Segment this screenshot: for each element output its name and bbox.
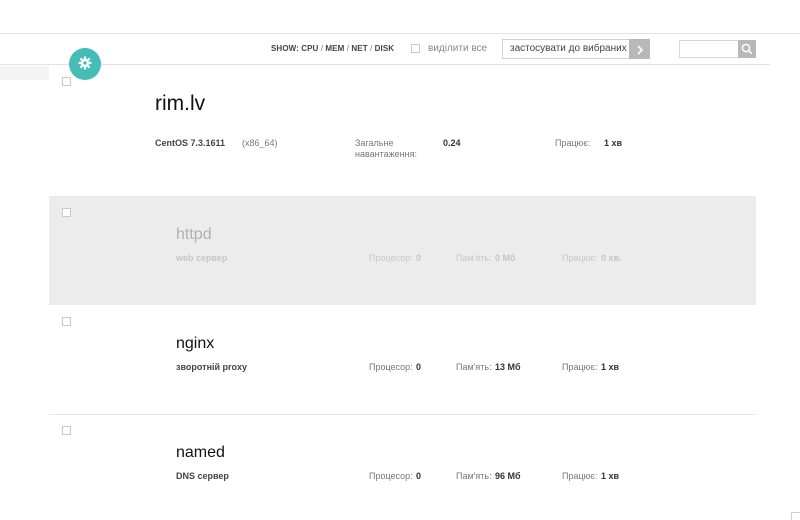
service-desc: web сервер — [176, 253, 228, 263]
mem-label: Пам'ять: — [456, 362, 492, 372]
service-name[interactable]: named — [176, 444, 225, 462]
cpu-label: Процесор: — [369, 362, 413, 372]
show-separator: / — [370, 44, 373, 53]
uptime-label: Працює: — [562, 471, 598, 481]
host-checkbox[interactable] — [62, 77, 71, 86]
search-button[interactable] — [738, 40, 756, 58]
apply-action-select[interactable]: застосувати до вибраних — [502, 39, 630, 59]
cpu-value: 0 — [416, 471, 422, 481]
host-os: CentOS 7.3.1611 — [155, 138, 226, 148]
mem-value: 96 Мб — [495, 471, 521, 481]
select-all-checkbox[interactable] — [411, 44, 420, 53]
host-load-value: 0.24 — [443, 138, 461, 148]
service-checkbox[interactable] — [62, 317, 71, 326]
service-row: named DNS сервер Процесор: 0 Пам'ять: 96… — [49, 415, 756, 520]
chevron-right-icon — [636, 42, 644, 56]
host-load-label: Загальне навантаження: — [355, 138, 417, 159]
show-option-disk[interactable]: DISK — [375, 44, 395, 53]
mem-value: 13 Мб — [495, 362, 521, 372]
host-name[interactable]: rim.lv — [155, 92, 205, 116]
service-checkbox[interactable] — [62, 208, 71, 217]
scrollbar-corner[interactable] — [791, 512, 800, 520]
host-uptime-label: Працює: — [555, 138, 591, 148]
cpu-label: Процесор: — [369, 253, 413, 263]
mem-label: Пам'ять: — [456, 253, 492, 263]
show-option-mem[interactable]: MEM — [325, 44, 344, 53]
service-row: httpd web сервер Процесор: 0 Пам'ять: 0 … — [49, 197, 756, 305]
search-icon — [738, 43, 756, 62]
uptime-label: Працює: — [562, 253, 598, 263]
uptime-value: 1 хв — [601, 471, 620, 481]
uptime-value: 0 хв. — [601, 253, 622, 263]
uptime-value: 1 хв — [601, 362, 620, 372]
show-separator: / — [346, 44, 350, 53]
uptime-label: Працює: — [562, 362, 598, 372]
host-row: rim.lv CentOS 7.3.1611 (x86_64) Загальне… — [49, 65, 756, 197]
host-uptime-value: 1 хв — [604, 138, 623, 148]
show-separator: / — [320, 44, 324, 53]
top-bar — [0, 0, 800, 34]
service-desc: DNS сервер — [176, 471, 229, 481]
mem-label: Пам'ять: — [456, 471, 492, 481]
search-input[interactable] — [679, 40, 739, 58]
service-name[interactable]: nginx — [176, 335, 214, 353]
service-checkbox[interactable] — [62, 426, 71, 435]
service-desc: зворотній proxy — [176, 362, 248, 372]
show-prefix: SHOW: — [271, 44, 299, 53]
left-panel-edge — [0, 66, 49, 80]
show-filter: SHOW: CPU / MEM / NET / DISK — [271, 44, 394, 53]
cpu-value: 0 — [416, 253, 422, 263]
show-option-cpu[interactable]: CPU — [301, 44, 318, 53]
show-option-net[interactable]: NET — [351, 44, 367, 53]
select-all-label[interactable]: виділити все — [428, 43, 487, 54]
host-arch: (x86_64) — [242, 138, 278, 148]
service-name[interactable]: httpd — [176, 226, 212, 244]
service-row: nginx зворотній proxy Процесор: 0 Пам'ят… — [49, 306, 756, 415]
cpu-value: 0 — [416, 362, 422, 372]
cpu-label: Процесор: — [369, 471, 413, 481]
mem-value: 0 Мб — [495, 253, 516, 263]
apply-button[interactable] — [629, 39, 650, 59]
